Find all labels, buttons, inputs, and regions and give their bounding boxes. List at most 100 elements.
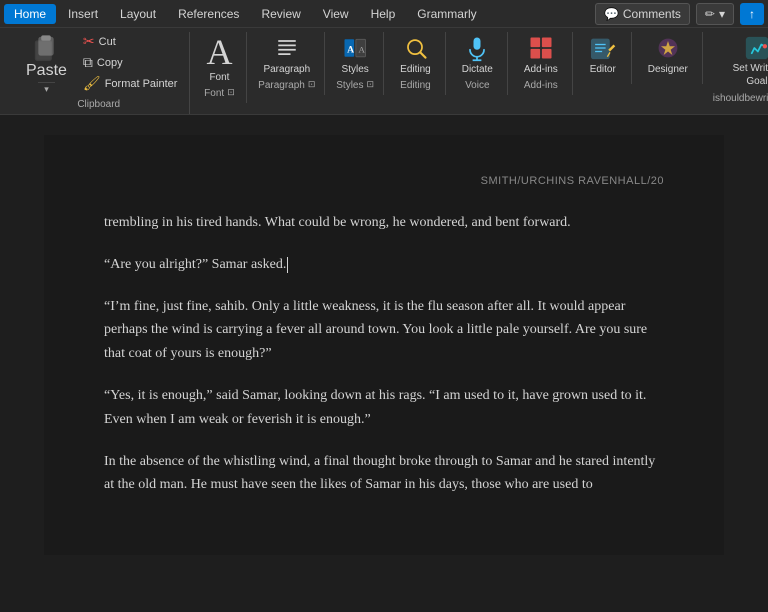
dictate-label: Dictate xyxy=(462,64,493,75)
clipboard-items: Paste ▾ ✂ Cut ⧉ Copy 🖌 Format Painte xyxy=(16,32,181,96)
paste-button[interactable]: Paste xyxy=(16,32,77,82)
edit-icon: ✏ xyxy=(705,7,715,21)
format-painter-label: Format Painter xyxy=(105,78,178,90)
dictate-icon xyxy=(463,34,491,62)
ribbon-group-voice: Dictate Voice xyxy=(448,32,508,95)
addins-label: Add-ins xyxy=(524,64,558,75)
editing-items: Editing xyxy=(394,32,437,77)
ribbon-group-editing: Editing Editing xyxy=(386,32,446,95)
share-button[interactable]: ↑ xyxy=(740,3,764,25)
writing-goal-icon xyxy=(743,34,768,62)
designer-icon xyxy=(654,34,682,62)
comments-label: Comments xyxy=(623,7,681,21)
addins-button[interactable]: Add-ins xyxy=(518,32,564,77)
text-cursor xyxy=(287,257,288,273)
copy-button[interactable]: ⧉ Copy xyxy=(79,53,182,72)
paragraph-items: Paragraph xyxy=(257,32,316,77)
designer-items: Designer xyxy=(642,32,694,77)
clipboard-small-btns: ✂ Cut ⧉ Copy 🖌 Format Painter xyxy=(79,32,182,93)
menu-bar: Home Insert Layout References Review Vie… xyxy=(0,0,768,28)
svg-text:A: A xyxy=(347,44,354,55)
paste-chevron-icon: ▾ xyxy=(44,84,49,95)
menu-bar-right: 💬 Comments ✏ ▾ ↑ xyxy=(595,3,764,25)
paste-dropdown[interactable]: ▾ xyxy=(38,82,55,96)
editing-button[interactable]: Editing xyxy=(394,32,437,77)
paragraph-button[interactable]: Paragraph xyxy=(257,32,316,77)
ribbon-group-writing-goal: Set WritingGoal ishouldbewriting.net xyxy=(705,32,768,108)
format-painter-button[interactable]: 🖌 Format Painter xyxy=(79,74,182,93)
menu-item-view[interactable]: View xyxy=(313,4,359,24)
comments-button[interactable]: 💬 Comments xyxy=(595,3,690,25)
menu-item-review[interactable]: Review xyxy=(251,4,310,24)
addins-icon xyxy=(527,34,555,62)
designer-button[interactable]: Designer xyxy=(642,32,694,77)
voice-items: Dictate xyxy=(456,32,499,77)
menu-item-grammarly[interactable]: Grammarly xyxy=(407,4,486,24)
styles-items: A A Styles xyxy=(335,32,375,77)
paragraph-3[interactable]: “I’m fine, just fine, sahib. Only a litt… xyxy=(104,295,664,366)
paste-icon xyxy=(32,34,60,62)
menu-item-insert[interactable]: Insert xyxy=(58,4,108,24)
paragraph-4[interactable]: “Yes, it is enough,” said Samar, looking… xyxy=(104,384,664,432)
paragraph-group-label: Paragraph xyxy=(258,80,305,91)
editing-label: Editing xyxy=(400,64,431,75)
editor-items: Editor xyxy=(583,32,623,77)
svg-text:A: A xyxy=(359,44,366,54)
font-icon: A xyxy=(206,34,232,70)
styles-label: Styles xyxy=(342,64,369,75)
writing-goal-label: Set WritingGoal xyxy=(733,62,768,88)
comment-icon: 💬 xyxy=(604,7,619,21)
paste-area: Paste ▾ xyxy=(16,32,77,96)
ribbon-group-addins: Add-ins Add-ins xyxy=(510,32,573,95)
copy-icon: ⧉ xyxy=(83,54,93,71)
menu-item-layout[interactable]: Layout xyxy=(110,4,166,24)
editor-label: Editor xyxy=(590,64,616,75)
ribbon-group-font: A Font Font ⊡ xyxy=(192,32,247,103)
editing-group-label: Editing xyxy=(400,80,431,91)
writing-goal-group-label: ishouldbewriting.net xyxy=(713,93,768,104)
set-writing-goal-button[interactable]: Set WritingGoal xyxy=(722,32,768,90)
ribbon-group-paragraph: Paragraph Paragraph ⊡ xyxy=(249,32,325,95)
styles-button[interactable]: A A Styles xyxy=(335,32,375,77)
ribbon-group-clipboard: Paste ▾ ✂ Cut ⧉ Copy 🖌 Format Painte xyxy=(8,32,190,114)
dictate-button[interactable]: Dictate xyxy=(456,32,499,77)
menu-item-home[interactable]: Home xyxy=(4,4,56,24)
paragraph-icon xyxy=(273,34,301,62)
paragraph-1[interactable]: trembling in his tired hands. What could… xyxy=(104,211,664,235)
share-icon: ↑ xyxy=(749,7,755,21)
document-area: SMITH/URCHINS RAVENHALL/20 trembling in … xyxy=(0,115,768,612)
font-button[interactable]: A Font xyxy=(200,32,238,85)
font-group-label: Font xyxy=(204,88,224,99)
paragraph-2[interactable]: “Are you alright?” Samar asked. xyxy=(104,253,664,277)
ribbon-group-styles: A A Styles Styles ⊡ xyxy=(327,32,384,95)
copy-label: Copy xyxy=(97,57,123,69)
page-header: SMITH/URCHINS RAVENHALL/20 xyxy=(104,175,664,187)
editor-button[interactable]: Editor xyxy=(583,32,623,77)
paragraph-2-text: “Are you alright?” Samar asked. xyxy=(104,257,286,272)
paragraph-expand-icon[interactable]: ⊡ xyxy=(308,79,316,90)
font-items: A Font xyxy=(200,32,238,85)
scissors-icon: ✂ xyxy=(83,33,95,50)
menu-item-references[interactable]: References xyxy=(168,4,249,24)
editing-icon xyxy=(401,34,429,62)
format-painter-icon: 🖌 xyxy=(83,75,101,92)
clipboard-group-label: Clipboard xyxy=(77,99,120,110)
menu-item-help[interactable]: Help xyxy=(361,4,406,24)
edit-mode-button[interactable]: ✏ ▾ xyxy=(696,3,734,25)
cut-button[interactable]: ✂ Cut xyxy=(79,32,182,51)
document-page: SMITH/URCHINS RAVENHALL/20 trembling in … xyxy=(44,135,724,555)
ribbon: Paste ▾ ✂ Cut ⧉ Copy 🖌 Format Painte xyxy=(0,28,768,115)
styles-icon: A A xyxy=(341,34,369,62)
addins-group-label: Add-ins xyxy=(524,80,558,91)
editor-icon xyxy=(589,34,617,62)
designer-label: Designer xyxy=(648,64,688,75)
font-expand-icon[interactable]: ⊡ xyxy=(227,87,235,98)
voice-group-label: Voice xyxy=(465,80,489,91)
edit-chevron-icon: ▾ xyxy=(719,7,725,21)
paragraph-label: Paragraph xyxy=(263,64,310,75)
cut-label: Cut xyxy=(99,36,116,48)
styles-group-label: Styles xyxy=(336,80,363,91)
styles-expand-icon[interactable]: ⊡ xyxy=(367,79,375,90)
font-label: Font xyxy=(209,72,229,83)
paragraph-5[interactable]: In the absence of the whistling wind, a … xyxy=(104,450,664,498)
